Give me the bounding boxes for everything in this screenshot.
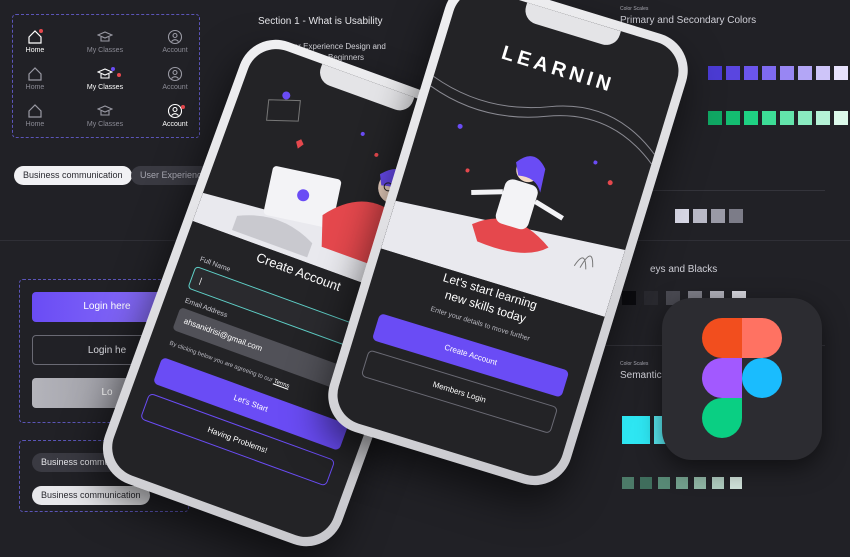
- color-swatch: [762, 66, 776, 80]
- nav-account-label: Account: [162, 121, 188, 128]
- color-swatch: [711, 209, 725, 223]
- color-swatch: [644, 291, 658, 305]
- nav-account[interactable]: Account: [153, 66, 197, 91]
- color-swatch: [694, 477, 706, 489]
- color-swatch: [798, 111, 812, 125]
- color-swatch: [658, 477, 670, 489]
- color-swatch: [780, 66, 794, 80]
- chip-business-communication[interactable]: Business communication: [32, 486, 150, 505]
- color-swatch: [622, 416, 650, 444]
- nav-home-label: Home: [25, 121, 45, 128]
- bottom-nav-variants: Home My Classes Account Home My Classes …: [12, 14, 200, 138]
- account-icon: [167, 66, 183, 82]
- nav-my-classes[interactable]: My Classes: [83, 103, 127, 128]
- graduation-cap-icon: [97, 31, 113, 42]
- color-swatch: [730, 477, 742, 489]
- color-swatch: [708, 66, 722, 80]
- nav-account[interactable]: Account: [153, 103, 197, 128]
- color-swatch: [744, 66, 758, 80]
- nav-home[interactable]: Home: [13, 29, 57, 54]
- nav-home-label: Home: [25, 84, 45, 91]
- color-swatch: [744, 111, 758, 125]
- color-swatch: [693, 209, 707, 223]
- color-swatch: [726, 66, 740, 80]
- nav-my-classes-label: My Classes: [86, 47, 124, 54]
- active-indicator-dot: [181, 105, 185, 109]
- semantic-caption: Color Scales: [620, 361, 649, 367]
- color-swatch: [622, 291, 636, 305]
- figma-logo-badge: [662, 298, 822, 460]
- home-icon: [28, 67, 42, 81]
- color-swatch: [780, 111, 794, 125]
- nav-home-label: Home: [25, 47, 45, 54]
- greys-blacks-title: eys and Blacks: [650, 264, 718, 275]
- phone-notch: [521, 2, 621, 49]
- color-scales-title: Primary and Secondary Colors: [620, 15, 757, 26]
- color-swatch: [708, 111, 722, 125]
- nav-home[interactable]: Home: [13, 103, 57, 128]
- nav-my-classes-label: My Classes: [86, 84, 124, 91]
- color-scales-caption: Color Scales: [620, 6, 649, 12]
- nav-account-label: Account: [162, 84, 188, 91]
- color-swatch: [622, 477, 634, 489]
- color-swatch: [816, 111, 830, 125]
- nav-my-classes-label: My Classes: [86, 121, 124, 128]
- terms-link[interactable]: Terms: [273, 379, 290, 390]
- account-icon: [167, 29, 183, 45]
- semantic-title: Semantic: [620, 370, 662, 381]
- active-indicator-dot: [39, 29, 43, 33]
- chip-business-communication[interactable]: Business communication: [14, 166, 132, 185]
- section-title: Section 1 - What is Usability: [258, 16, 383, 27]
- nav-home[interactable]: Home: [13, 66, 57, 91]
- color-swatch: [676, 477, 688, 489]
- active-indicator-dot: [117, 73, 121, 77]
- color-swatch: [798, 66, 812, 80]
- color-swatch: [729, 209, 743, 223]
- nav-my-classes[interactable]: My Classes: [83, 66, 127, 91]
- active-indicator-dot: [111, 67, 115, 71]
- color-swatch: [712, 477, 724, 489]
- color-swatch: [816, 66, 830, 80]
- graduation-cap-icon: [97, 105, 113, 116]
- color-swatch: [726, 111, 740, 125]
- nav-account[interactable]: Account: [153, 29, 197, 54]
- home-icon: [28, 104, 42, 118]
- color-swatch: [675, 209, 689, 223]
- color-swatch: [640, 477, 652, 489]
- nav-my-classes[interactable]: My Classes: [83, 29, 127, 54]
- nav-account-label: Account: [162, 47, 188, 54]
- color-swatch: [834, 111, 848, 125]
- figma-logo-icon: [702, 318, 782, 438]
- color-swatch: [834, 66, 848, 80]
- color-swatch: [762, 111, 776, 125]
